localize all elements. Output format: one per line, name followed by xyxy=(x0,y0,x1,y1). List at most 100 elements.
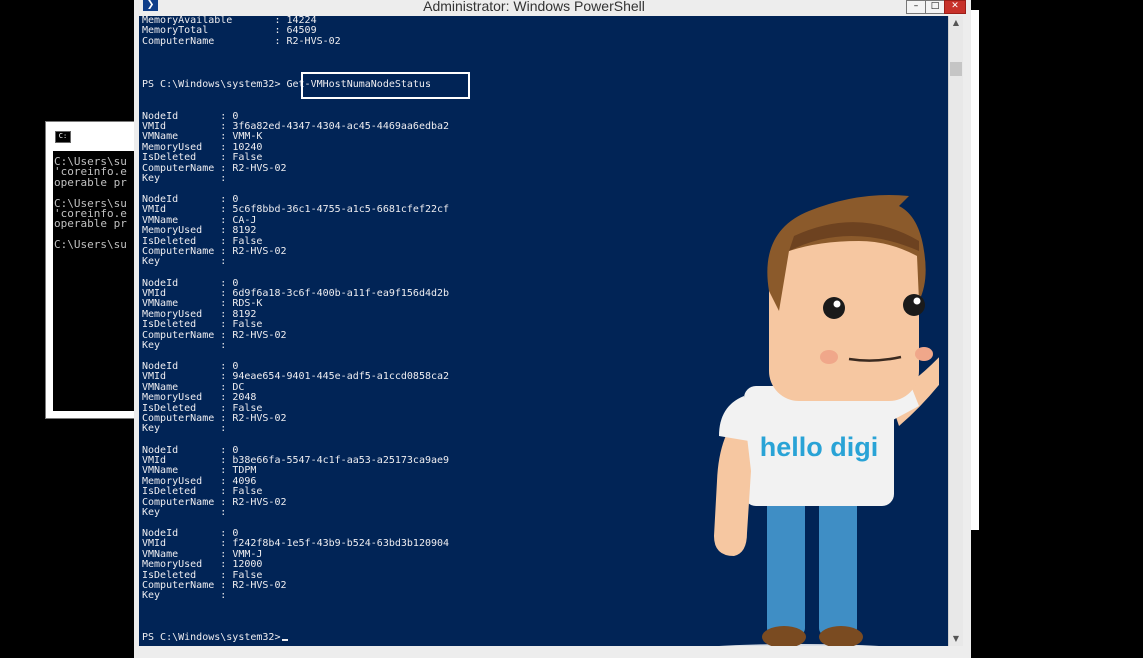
field-label: VMName : xyxy=(142,548,233,560)
field-label: VMId : xyxy=(142,454,233,466)
record-field-line: Key : xyxy=(142,506,233,518)
cmd-console[interactable]: C:\Users\su 'coreinfo.e operable pr C:\U… xyxy=(53,151,146,411)
field-value: DC xyxy=(232,381,245,393)
field-label: VMName : xyxy=(142,214,233,226)
console-line: ComputerName : R2-HVS-02 xyxy=(142,35,341,47)
field-value: False xyxy=(232,402,263,414)
field-label: VMId : xyxy=(142,287,233,299)
field-value: R2-HVS-02 xyxy=(232,246,287,257)
field-label: NodeId : xyxy=(142,528,233,539)
field-label: MemoryUsed : xyxy=(142,308,233,320)
field-value: R2-HVS-02 xyxy=(232,162,287,174)
record-field-line: Key : xyxy=(142,172,233,184)
field-value: 10240 xyxy=(232,141,263,153)
background-cmd-window[interactable]: C: C:\Users\su 'coreinfo.e operable pr C… xyxy=(45,121,147,419)
field-label: MemoryUsed : xyxy=(142,392,233,404)
field-label: VMName : xyxy=(142,298,233,310)
field-label: VMId : xyxy=(142,371,233,383)
field-label: MemoryUsed : xyxy=(142,559,233,571)
command-highlight-box xyxy=(301,72,470,99)
field-label: IsDeleted : xyxy=(142,319,233,331)
field-label: ComputerName : xyxy=(142,413,233,424)
vertical-scrollbar[interactable]: ▲ ▼ xyxy=(948,16,963,646)
mascot-illustration: hello digi xyxy=(714,195,939,646)
field-value: VMM-J xyxy=(232,548,263,560)
field-value: f242f8b4-1e5f-43b9-b524-63bd3b120904 xyxy=(232,538,450,550)
prompt: PS C:\Windows\system32> xyxy=(142,632,281,643)
field-label: VMId : xyxy=(142,538,233,550)
cmd-icon: C: xyxy=(55,131,71,143)
record-field-line: Key : xyxy=(142,591,232,601)
field-value: 94eae654-9401-445e-adf5-a1ccd0858ca2 xyxy=(232,371,450,383)
field-value: 0 xyxy=(232,528,239,539)
field-value: 0 xyxy=(232,361,239,372)
field-label: Key : xyxy=(142,256,233,268)
cmd-line: C:\Users\su xyxy=(54,238,127,252)
field-label: VMName : xyxy=(142,131,233,143)
field-value: 2048 xyxy=(232,392,257,404)
field-label: Key : xyxy=(142,423,233,435)
close-icon[interactable]: ✕ xyxy=(944,0,966,14)
powershell-window[interactable]: ❯ Administrator: Windows PowerShell – □ … xyxy=(134,0,971,658)
field-label: MemoryUsed : xyxy=(142,225,233,237)
field-value: RDS-K xyxy=(232,298,263,310)
field-value: 0 xyxy=(232,194,239,205)
scrollbar-thumb[interactable] xyxy=(950,62,962,76)
field-label: Key : xyxy=(142,172,233,184)
cmd-line: operable pr xyxy=(54,217,127,231)
field-value: False xyxy=(232,486,263,498)
field-label: Key : xyxy=(142,590,233,602)
field-value: R2-HVS-02 xyxy=(232,329,287,341)
window-titlebar[interactable]: ❯ Administrator: Windows PowerShell – □ … xyxy=(134,0,971,16)
field-value: 6d9f6a18-3c6f-400b-a11f-ea9f156d4d2b xyxy=(232,287,450,299)
cmd-titlebar[interactable]: C: xyxy=(46,122,146,150)
field-label: ComputerName : xyxy=(142,580,233,591)
field-label: VMId : xyxy=(142,120,233,132)
field-label: NodeId : xyxy=(142,277,233,289)
shirt-text: hello digi xyxy=(760,432,879,462)
field-value: 5c6f8bbd-36c1-4755-a1c5-6681cfef22cf xyxy=(232,204,450,216)
chevron-up-icon[interactable]: ▲ xyxy=(949,16,963,30)
field-label: NodeId : xyxy=(142,110,233,122)
field-label: NodeId : xyxy=(142,444,233,456)
field-value: TDPM xyxy=(232,465,257,477)
field-label: ComputerName : xyxy=(142,329,233,341)
maximize-icon[interactable]: □ xyxy=(925,0,945,14)
field-label: Key : xyxy=(142,506,233,518)
field-value: False xyxy=(232,319,263,331)
field-label: ComputerName : xyxy=(142,496,233,508)
field-value: 8192 xyxy=(232,308,257,320)
field-value: 3f6a82ed-4347-4304-ac45-4469aa6edba2 xyxy=(232,120,450,132)
field-value: R2-HVS-02 xyxy=(232,580,287,591)
field-label: IsDeleted : xyxy=(142,402,233,414)
chevron-down-icon[interactable]: ▼ xyxy=(949,632,963,646)
field-label: IsDeleted : xyxy=(142,152,233,164)
field-label: VMName : xyxy=(142,381,233,393)
field-value: 4096 xyxy=(232,475,257,487)
field-label: VMName : xyxy=(142,465,233,477)
field-value: 8192 xyxy=(232,225,257,237)
record-field-line: Key : xyxy=(142,339,233,351)
field-value: VMM-K xyxy=(232,131,263,143)
field-value: R2-HVS-02 xyxy=(232,496,287,508)
final-prompt-line[interactable]: PS C:\Windows\system32> xyxy=(142,632,289,643)
field-value: R2-HVS-02 xyxy=(232,413,287,424)
field-value: False xyxy=(232,152,263,164)
field-label: IsDeleted : xyxy=(142,569,233,581)
field-label: MemoryUsed : xyxy=(142,475,233,487)
record-field-line: Key : xyxy=(142,424,232,434)
text-cursor xyxy=(282,639,289,641)
field-value: 12000 xyxy=(232,559,263,571)
minimize-icon[interactable]: – xyxy=(906,0,926,14)
field-label: Key : xyxy=(142,339,233,351)
field-value: 0 xyxy=(232,277,239,289)
console-output[interactable]: MemoryAvailable : 14224 MemoryTotal : 64… xyxy=(139,16,948,646)
window-title: Administrator: Windows PowerShell xyxy=(423,0,645,14)
field-value: b38e66fa-5547-4c1f-aa53-a25173ca9ae9 xyxy=(232,454,450,466)
window-bottom-frame xyxy=(134,646,971,658)
field-label: NodeId : xyxy=(142,194,233,205)
cmd-line: operable pr xyxy=(54,175,127,189)
prompt: PS C:\Windows\system32> xyxy=(142,79,281,90)
field-label: NodeId : xyxy=(142,361,233,372)
field-value: 0 xyxy=(232,110,239,122)
